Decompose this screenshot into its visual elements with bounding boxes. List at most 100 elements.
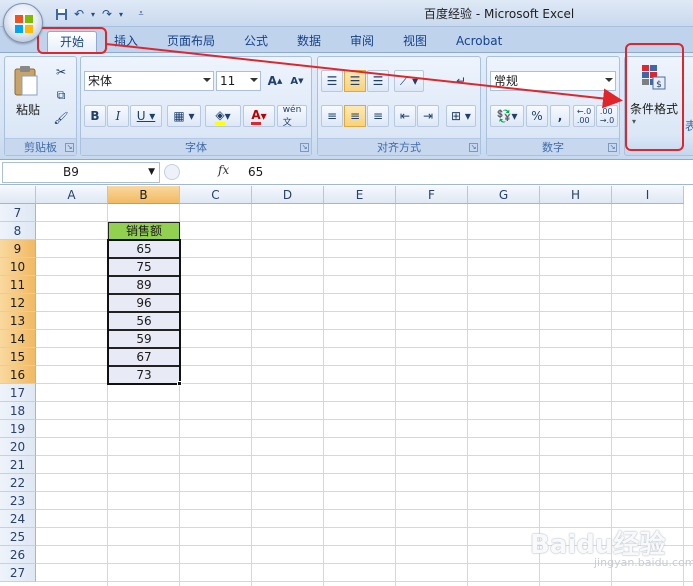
bold-icon[interactable]: B (84, 105, 106, 127)
bottom-align-icon[interactable]: ☰ (367, 70, 389, 92)
row-header-19[interactable]: 19 (0, 420, 36, 438)
decrease-decimal-icon[interactable]: .00 →.0 (596, 105, 618, 127)
align-center-icon[interactable]: ≡ (344, 105, 366, 127)
column-header-g[interactable]: G (468, 186, 540, 204)
cell-b8-header[interactable]: 销售额 (108, 222, 180, 240)
office-button[interactable] (3, 3, 43, 43)
column-header-e[interactable]: E (324, 186, 396, 204)
row-header-21[interactable]: 21 (0, 456, 36, 474)
copy-icon[interactable]: ⧉ (51, 84, 71, 106)
paste-button[interactable]: 粘贴 (16, 101, 40, 118)
redo-icon[interactable]: ↷ (98, 5, 116, 23)
name-box-dropdown-icon[interactable]: ▼ (148, 163, 155, 182)
align-left-icon[interactable]: ≡ (321, 105, 343, 127)
clipboard-launcher-icon[interactable]: ↘ (65, 143, 74, 152)
align-right-icon[interactable]: ≡ (367, 105, 389, 127)
number-format-combo[interactable]: 常规 (490, 71, 616, 91)
middle-align-icon[interactable]: ☰ (344, 70, 366, 92)
column-header-f[interactable]: F (396, 186, 468, 204)
phonetic-icon[interactable]: wén 文 (277, 105, 307, 128)
orientation-icon[interactable]: ⟋ ▾ (394, 70, 424, 92)
row-header-27[interactable]: 27 (0, 564, 36, 582)
row-header-24[interactable]: 24 (0, 510, 36, 528)
cell-b16[interactable]: 73 (108, 366, 180, 384)
cell-b14[interactable]: 59 (108, 330, 180, 348)
accounting-format-icon[interactable]: 💱▾ (490, 105, 524, 127)
column-header-c[interactable]: C (180, 186, 252, 204)
row-header-22[interactable]: 22 (0, 474, 36, 492)
percent-button[interactable]: % (526, 105, 548, 127)
row-header-20[interactable]: 20 (0, 438, 36, 456)
redo-dropdown-icon[interactable]: ▾ (116, 5, 126, 23)
comma-button[interactable]: , (550, 105, 570, 127)
undo-icon[interactable]: ↶ (70, 5, 88, 23)
number-launcher-icon[interactable]: ↘ (608, 143, 617, 152)
font-size-combo[interactable]: 11 (216, 71, 261, 91)
insert-function-button[interactable]: fx (218, 163, 229, 177)
italic-icon[interactable]: I (107, 105, 129, 127)
row-header-8[interactable]: 8 (0, 222, 36, 240)
top-align-icon[interactable]: ☰ (321, 70, 343, 92)
cell-b15[interactable]: 67 (108, 348, 180, 366)
underline-icon[interactable]: U ▾ (130, 105, 162, 127)
column-header-b[interactable]: B (108, 186, 180, 204)
save-icon[interactable] (52, 5, 70, 23)
tab-page-layout[interactable]: 页面布局 (167, 31, 215, 53)
fill-color-icon[interactable]: ◈ ▾ (205, 105, 241, 127)
paste-icon[interactable] (9, 61, 43, 101)
column-header-a[interactable]: A (36, 186, 108, 204)
quick-access-toolbar: ↶ ▾ ↷ ▾ ⩡ (52, 5, 150, 23)
office-logo-icon (15, 15, 33, 33)
formula-splitter-icon[interactable] (164, 164, 180, 180)
row-header-17[interactable]: 17 (0, 384, 36, 402)
increase-decimal-icon[interactable]: ←.0.00 (573, 105, 595, 127)
cell-b11[interactable]: 89 (108, 276, 180, 294)
cut-icon[interactable]: ✂ (51, 61, 71, 83)
tab-view[interactable]: 视图 (403, 31, 427, 53)
alignment-launcher-icon[interactable]: ↘ (469, 143, 478, 152)
row-header-18[interactable]: 18 (0, 402, 36, 420)
column-header-h[interactable]: H (540, 186, 612, 204)
row-header-9[interactable]: 9 (0, 240, 36, 258)
row-header-23[interactable]: 23 (0, 492, 36, 510)
column-header-d[interactable]: D (252, 186, 324, 204)
decrease-indent-icon[interactable]: ⇤ (394, 105, 416, 127)
row-header-13[interactable]: 13 (0, 312, 36, 330)
borders-icon[interactable]: ▦ ▾ (167, 105, 201, 127)
row-header-15[interactable]: 15 (0, 348, 36, 366)
cell-b13[interactable]: 56 (108, 312, 180, 330)
tab-acrobat[interactable]: Acrobat (456, 31, 502, 53)
cell-b12[interactable]: 96 (108, 294, 180, 312)
merge-center-icon[interactable]: ⊞ ▾ (446, 105, 476, 127)
increase-indent-icon[interactable]: ⇥ (417, 105, 439, 127)
cell-b10[interactable]: 75 (108, 258, 180, 276)
row-header-26[interactable]: 26 (0, 546, 36, 564)
font-launcher-icon[interactable]: ↘ (300, 143, 309, 152)
undo-dropdown-icon[interactable]: ▾ (88, 5, 98, 23)
tab-review[interactable]: 审阅 (350, 31, 374, 53)
customize-qat-icon[interactable]: ⩡ (132, 5, 150, 23)
row-header-12[interactable]: 12 (0, 294, 36, 312)
row-header-10[interactable]: 10 (0, 258, 36, 276)
row-header-14[interactable]: 14 (0, 330, 36, 348)
tab-formulas[interactable]: 公式 (244, 31, 268, 53)
name-box[interactable]: B9 ▼ (2, 162, 160, 183)
wrap-text-icon[interactable]: ↵ (448, 70, 474, 92)
formula-value[interactable]: 65 (248, 165, 263, 179)
row-header-7[interactable]: 7 (0, 204, 36, 222)
column-header-i[interactable]: I (612, 186, 684, 204)
grow-font-icon[interactable]: A ▲ (265, 70, 285, 92)
tab-insert[interactable]: 插入 (114, 31, 138, 53)
tab-data[interactable]: 数据 (297, 31, 321, 53)
title-bar: ↶ ▾ ↷ ▾ ⩡ 百度经验 - Microsoft Excel (0, 0, 693, 27)
shrink-font-icon[interactable]: A ▼ (287, 70, 307, 92)
select-all-corner[interactable] (0, 186, 36, 204)
row-header-16[interactable]: 16 (0, 366, 36, 384)
row-header-25[interactable]: 25 (0, 528, 36, 546)
cell-b9[interactable]: 65 (108, 240, 180, 258)
fill-handle[interactable] (177, 381, 182, 386)
row-header-11[interactable]: 11 (0, 276, 36, 294)
font-name-combo[interactable]: 宋体 (84, 71, 214, 91)
format-painter-icon[interactable]: 🖌 (51, 107, 71, 129)
font-color-icon[interactable]: A ▾ (243, 105, 275, 127)
